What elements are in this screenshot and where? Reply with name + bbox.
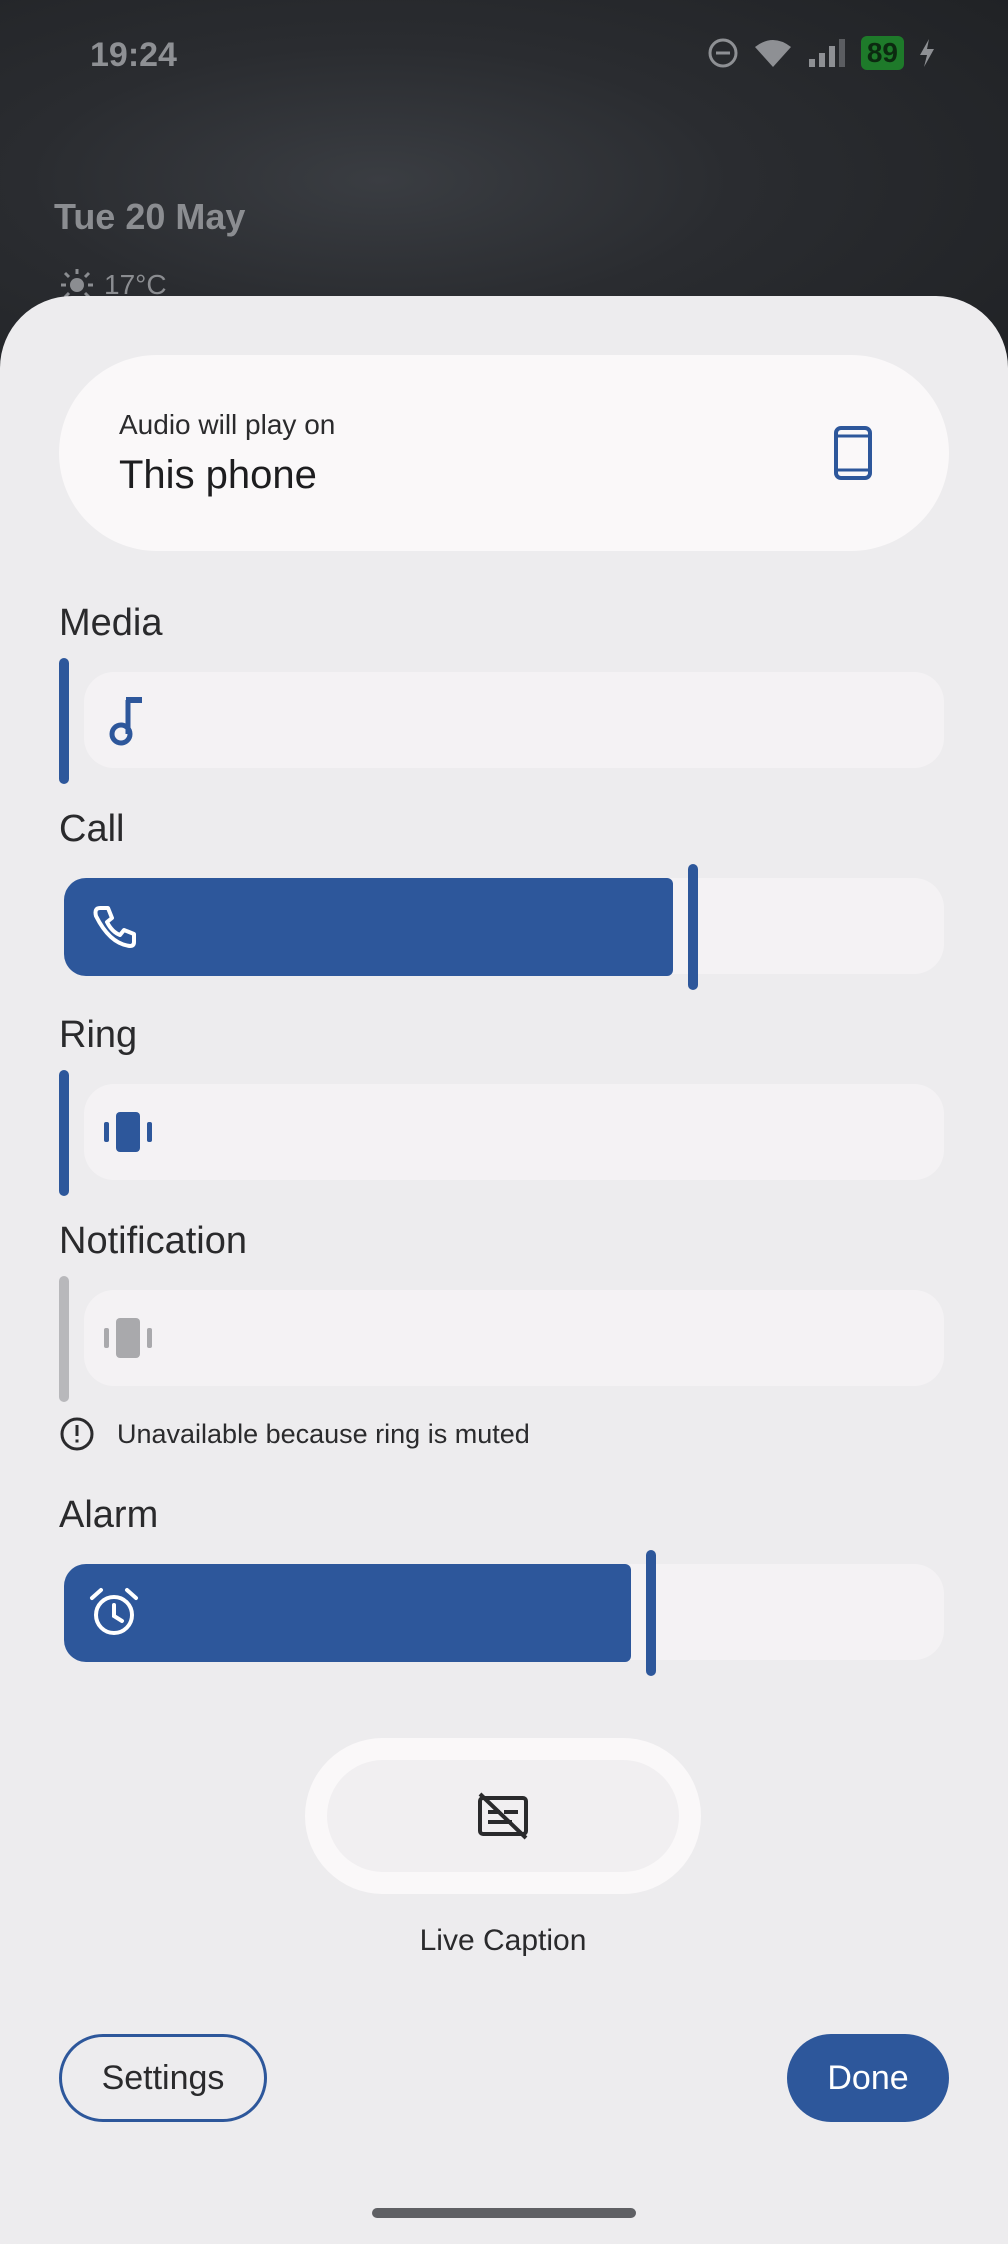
- charging-icon: [920, 39, 934, 67]
- notice-text: Unavailable because ring is muted: [117, 1418, 530, 1449]
- lockscreen-date: Tue 20 May: [54, 196, 246, 237]
- settings-button[interactable]: Settings: [59, 2034, 267, 2122]
- alarm-volume-handle[interactable]: [646, 1550, 656, 1676]
- info-alert-icon: [60, 1417, 94, 1451]
- battery-level: 89: [860, 36, 904, 70]
- call-volume-fill: [64, 878, 673, 976]
- output-subtitle: Audio will play on: [119, 409, 336, 440]
- status-icons: 89: [707, 36, 936, 70]
- vibrate-disabled-icon: [98, 1308, 158, 1368]
- alarm-volume-fill: [64, 1564, 631, 1662]
- status-time: 19:24: [90, 36, 177, 74]
- phone-device-icon: [834, 426, 872, 480]
- live-caption-off-icon: [478, 1792, 528, 1840]
- alarm-volume-label: Alarm: [59, 1494, 159, 1536]
- media-volume-track[interactable]: [84, 672, 944, 768]
- live-caption-button[interactable]: [327, 1760, 679, 1872]
- do-not-disturb-icon: [708, 38, 738, 68]
- notification-volume-label: Notification: [59, 1220, 247, 1262]
- ring-volume-handle[interactable]: [59, 1070, 69, 1196]
- media-volume-label: Media: [59, 602, 163, 644]
- vibrate-icon: [98, 1102, 158, 1162]
- live-caption-toggle[interactable]: [305, 1738, 701, 1894]
- call-volume-handle[interactable]: [688, 864, 698, 990]
- output-device-card[interactable]: Audio will play on This phone: [59, 355, 949, 551]
- status-bar: 19:24 89: [0, 0, 1008, 110]
- alarm-clock-icon: [84, 1582, 144, 1642]
- notification-volume-track: [84, 1290, 944, 1386]
- cellular-signal-icon: [808, 39, 845, 67]
- phone-call-icon: [84, 896, 144, 956]
- done-button[interactable]: Done: [787, 2034, 949, 2122]
- ring-volume-track[interactable]: [84, 1084, 944, 1180]
- volume-panel: Audio will play on This phone Media Call…: [0, 296, 1008, 2244]
- live-caption-label: Live Caption: [419, 1924, 587, 1957]
- wifi-icon: [754, 40, 791, 67]
- media-volume-handle[interactable]: [59, 658, 69, 784]
- notification-unavailable-notice: Unavailable because ring is muted: [59, 1416, 530, 1452]
- ring-volume-label: Ring: [59, 1014, 138, 1056]
- output-device-name: This phone: [119, 453, 317, 497]
- notification-volume-handle: [59, 1276, 69, 1402]
- home-indicator[interactable]: [372, 2208, 636, 2218]
- call-volume-label: Call: [59, 808, 125, 850]
- music-note-icon: [98, 690, 158, 750]
